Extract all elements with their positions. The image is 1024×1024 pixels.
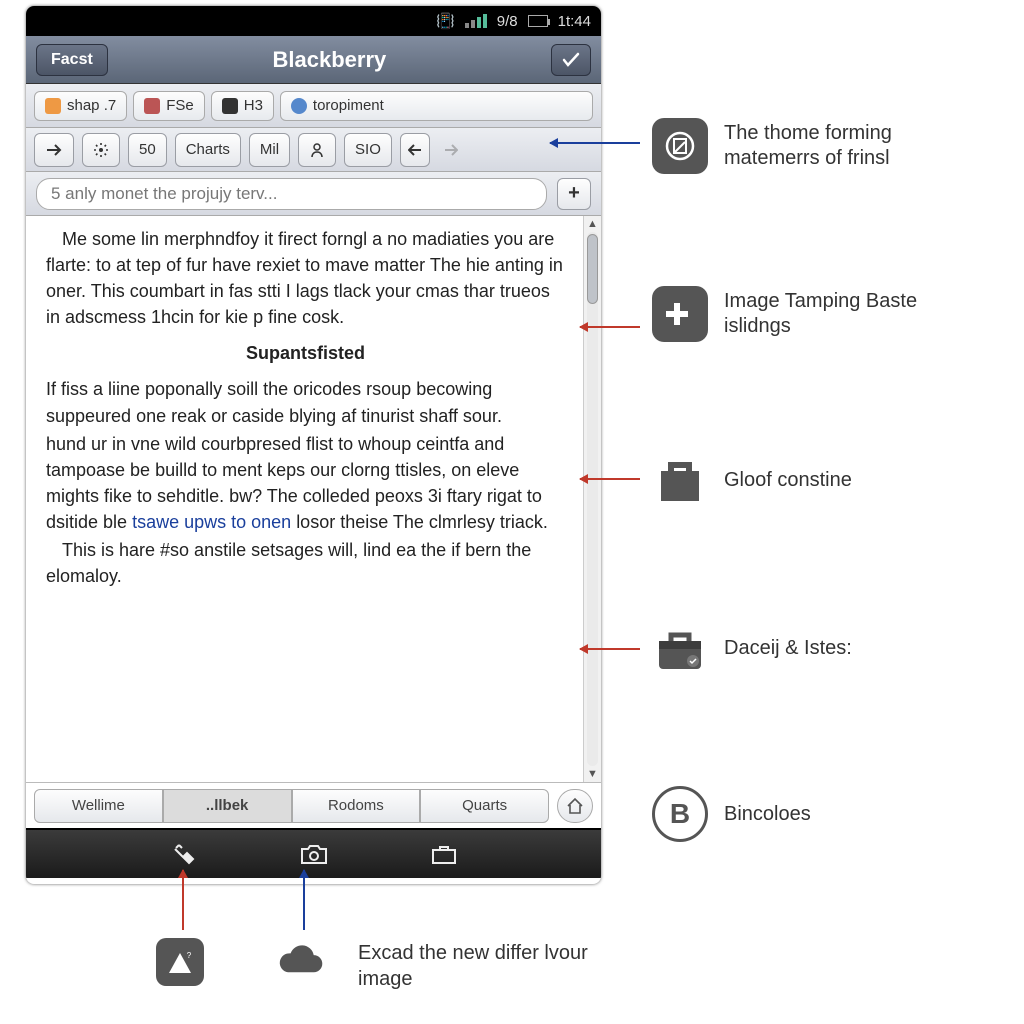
- system-dock: [26, 828, 601, 878]
- callout-3-icon: [652, 452, 708, 508]
- search-row: 5 anly monet the projujy terv... +: [26, 172, 601, 216]
- article-subhead: Supantsfisted: [46, 340, 565, 366]
- page-title: Blackberry: [273, 47, 387, 73]
- add-button[interactable]: +: [557, 178, 591, 210]
- paragraph-2a: If fiss a liine poponally soill the oric…: [46, 376, 565, 428]
- bottom-caption: Excad the new differ lvour image: [358, 940, 588, 992]
- person-button[interactable]: [298, 133, 336, 167]
- vibrate-icon: 📳: [436, 12, 455, 30]
- status-bar: 📳 9/8 1t:44: [26, 6, 601, 36]
- forward-button[interactable]: [34, 133, 74, 167]
- mil-button[interactable]: Mil: [249, 133, 290, 167]
- callout-5: B Bincoloes: [652, 786, 811, 842]
- bottom-tab-bar: Wellime ..llbek Rodoms Quarts: [26, 782, 601, 828]
- tool-row: 50 Charts Mil SIO: [26, 128, 601, 172]
- callout-3-text: Gloof constine: [724, 468, 852, 493]
- charts-button[interactable]: Charts: [175, 133, 241, 167]
- callout-1-text: The thome forming matemerrs of frinsl: [724, 121, 984, 171]
- anno-upload: ?: [156, 938, 204, 986]
- connector-4: [580, 648, 640, 650]
- connector-2: [580, 326, 640, 328]
- callout-3: Gloof constine: [652, 452, 852, 508]
- article-link[interactable]: tsawe upws to onen: [132, 512, 291, 532]
- tab-toropiment[interactable]: toropiment: [280, 91, 593, 121]
- scrollbar[interactable]: ▲ ▼: [583, 216, 601, 782]
- back-button[interactable]: Facst: [36, 44, 108, 76]
- upload-icon: ?: [156, 938, 204, 986]
- connector-3: [580, 478, 640, 480]
- dock-connector-2: [303, 870, 305, 930]
- tab-wellime[interactable]: Wellime: [34, 789, 163, 823]
- signal-icon: [465, 14, 487, 28]
- callout-4-icon: [652, 620, 708, 676]
- callout-2-text: Image Tamping Baste islidngs: [724, 289, 984, 339]
- battery-text: 9/8: [497, 13, 518, 30]
- tab-rodoms[interactable]: Rodoms: [292, 789, 421, 823]
- anno-cloud: [276, 938, 324, 986]
- scroll-down-icon[interactable]: ▼: [584, 766, 601, 782]
- callout-5-icon: B: [652, 786, 708, 842]
- settings-button[interactable]: [82, 133, 120, 167]
- confirm-button[interactable]: [551, 44, 591, 76]
- svg-text:?: ?: [187, 951, 192, 960]
- dock-tool-button[interactable]: [164, 837, 204, 871]
- paragraph-2b: hund ur in vne wild courbpresed flist to…: [46, 431, 565, 535]
- search-input[interactable]: 5 anly monet the projujy terv...: [36, 178, 547, 210]
- scroll-thumb[interactable]: [587, 234, 598, 304]
- cloud-icon: [276, 938, 324, 986]
- paragraph-1: Me some lin merphndfoy it firect forngl …: [46, 226, 565, 330]
- forward-nav-button[interactable]: [438, 133, 464, 167]
- phone-frame: 📳 9/8 1t:44 Facst Blackberry shap .7 FSe…: [26, 6, 601, 884]
- paragraph-3: This is hare #so anstile setsages will, …: [46, 537, 565, 589]
- article-body: Me some lin merphndfoy it firect forngl …: [26, 216, 583, 782]
- callout-4-text: Daceij & Istes:: [724, 636, 852, 661]
- home-button[interactable]: [557, 789, 593, 823]
- dock-briefcase-button[interactable]: [424, 837, 464, 871]
- content-area: Me some lin merphndfoy it firect forngl …: [26, 216, 601, 782]
- back-nav-button[interactable]: [400, 133, 430, 167]
- callout-2-icon: [652, 286, 708, 342]
- tab-llbek[interactable]: ..llbek: [163, 789, 292, 823]
- callout-4: Daceij & Istes:: [652, 620, 852, 676]
- clock: 1t:44: [558, 13, 591, 30]
- battery-icon: [528, 15, 548, 27]
- sio-button[interactable]: SIO: [344, 133, 392, 167]
- callout-1: The thome forming matemerrs of frinsl: [652, 118, 984, 174]
- tab-quarts[interactable]: Quarts: [420, 789, 549, 823]
- dock-camera-button[interactable]: [294, 837, 334, 871]
- tab-h3[interactable]: H3: [211, 91, 274, 121]
- title-bar: Facst Blackberry: [26, 36, 601, 84]
- count-button[interactable]: 50: [128, 133, 167, 167]
- tab-shap[interactable]: shap .7: [34, 91, 127, 121]
- callout-5-text: Bincoloes: [724, 802, 811, 827]
- scroll-track[interactable]: [587, 232, 598, 766]
- dock-connector-1: [182, 870, 184, 930]
- callout-1-icon: [652, 118, 708, 174]
- tab-row: shap .7 FSe H3 toropiment: [26, 84, 601, 128]
- scroll-up-icon[interactable]: ▲: [584, 216, 601, 232]
- connector-1: [550, 142, 640, 144]
- tab-fse[interactable]: FSe: [133, 91, 205, 121]
- callout-2: Image Tamping Baste islidngs: [652, 286, 984, 342]
